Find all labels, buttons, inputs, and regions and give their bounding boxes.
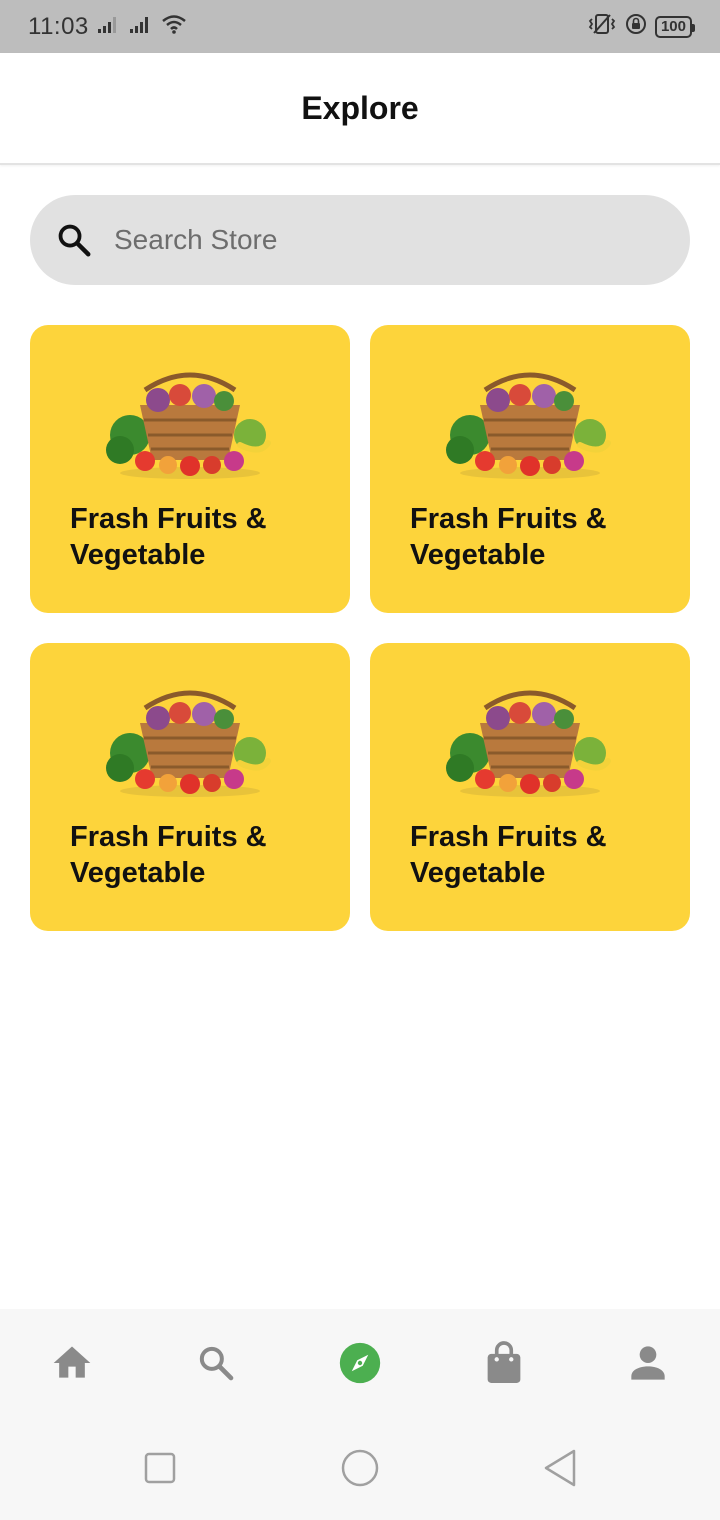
lock-rotation-icon xyxy=(625,13,647,40)
vegetable-basket-image xyxy=(440,683,620,803)
category-label: Frash Fruits & Vegetable xyxy=(70,821,267,889)
status-right: 100 xyxy=(587,13,696,40)
status-left: 11:03 xyxy=(28,13,187,41)
category-label: Frash Fruits & Vegetable xyxy=(410,503,607,571)
vibrate-icon xyxy=(587,13,617,40)
system-nav xyxy=(0,1421,720,1520)
bottom-nav xyxy=(0,1309,720,1421)
nav-explore[interactable] xyxy=(320,1325,400,1405)
page-title: Explore xyxy=(301,89,419,126)
home-circle-icon xyxy=(340,1448,380,1493)
home-icon xyxy=(50,1341,94,1390)
category-card[interactable]: Frash Fruits & Vegetable xyxy=(370,643,690,931)
vegetable-basket-image xyxy=(100,365,280,485)
vegetable-basket-image xyxy=(440,365,620,485)
category-label: Frash Fruits & Vegetable xyxy=(70,503,267,571)
wifi-icon xyxy=(161,14,187,39)
search-icon xyxy=(196,1343,236,1388)
nav-search[interactable] xyxy=(176,1325,256,1405)
recents-icon xyxy=(143,1451,177,1490)
signal-icon xyxy=(97,14,121,39)
nav-home[interactable] xyxy=(32,1325,112,1405)
back-button[interactable] xyxy=(530,1441,590,1501)
back-triangle-icon xyxy=(542,1448,578,1493)
vegetable-basket-image xyxy=(100,683,280,803)
status-bar: 11:03 100 xyxy=(0,0,720,53)
signal-icon xyxy=(129,14,153,39)
category-grid: Frash Fruits & Vegetable Frash Fruits & … xyxy=(30,325,690,931)
battery-icon: 100 xyxy=(654,15,696,38)
category-card[interactable]: Frash Fruits & Vegetable xyxy=(370,325,690,613)
nav-cart[interactable] xyxy=(464,1325,544,1405)
search-bar[interactable] xyxy=(30,195,690,285)
shopping-bag-icon xyxy=(484,1340,524,1390)
screen: 11:03 100 Explore Search Store Frash Fru… xyxy=(0,0,720,1520)
recents-button[interactable] xyxy=(130,1441,190,1501)
nav-profile[interactable] xyxy=(608,1325,688,1405)
home-system-button[interactable] xyxy=(330,1441,390,1501)
search-input[interactable] xyxy=(114,210,634,270)
category-label: Frash Fruits & Vegetable xyxy=(410,821,607,889)
status-time: 11:03 xyxy=(28,12,89,40)
compass-icon xyxy=(338,1341,382,1390)
app-bar: Explore xyxy=(0,53,720,165)
category-card[interactable]: Frash Fruits & Vegetable xyxy=(30,325,350,613)
person-icon xyxy=(628,1343,668,1388)
search-icon xyxy=(54,220,94,260)
category-card[interactable]: Frash Fruits & Vegetable xyxy=(30,643,350,931)
